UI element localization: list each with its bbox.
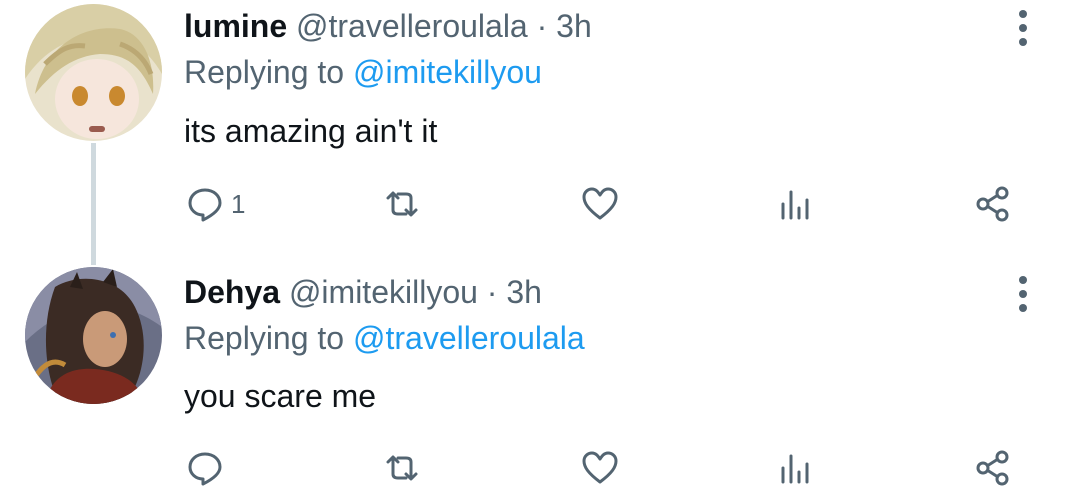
tweet[interactable]: Dehya @imitekillyou · 3h Replying to @tr… bbox=[0, 262, 1079, 498]
replying-to: Replying to @imitekillyou bbox=[184, 52, 542, 92]
reply-icon bbox=[188, 188, 222, 222]
views-button[interactable] bbox=[775, 182, 815, 226]
tweet-header: lumine @travelleroulala · 3h bbox=[184, 6, 592, 46]
like-icon bbox=[582, 451, 618, 484]
reply-count: 1 bbox=[231, 188, 246, 219]
replying-prefix: Replying to bbox=[184, 54, 353, 90]
share-button[interactable] bbox=[973, 182, 1013, 226]
reply-button[interactable]: 1 bbox=[185, 182, 245, 226]
avatar[interactable] bbox=[25, 267, 162, 404]
retweet-button[interactable] bbox=[382, 446, 422, 490]
tweet[interactable]: lumine @travelleroulala · 3h Replying to… bbox=[0, 0, 1079, 265]
replying-prefix: Replying to bbox=[184, 320, 353, 356]
timestamp[interactable]: · 3h bbox=[537, 8, 592, 44]
timestamp[interactable]: · 3h bbox=[487, 274, 542, 310]
views-icon bbox=[781, 190, 809, 220]
action-bar: 1 bbox=[0, 182, 1079, 226]
tweet-text: its amazing ain't it bbox=[184, 113, 438, 149]
replying-to: Replying to @travelleroulala bbox=[184, 318, 585, 358]
more-icon[interactable] bbox=[1008, 8, 1038, 48]
views-button[interactable] bbox=[775, 446, 815, 490]
like-button[interactable] bbox=[580, 182, 620, 226]
avatar[interactable] bbox=[25, 4, 162, 141]
display-name[interactable]: Dehya bbox=[184, 274, 280, 310]
reply-button[interactable] bbox=[185, 446, 231, 490]
tweet-text: you scare me bbox=[184, 378, 377, 414]
share-icon bbox=[976, 186, 1009, 222]
retweet-button[interactable] bbox=[382, 182, 422, 226]
handle[interactable]: @travelleroulala bbox=[296, 8, 528, 44]
retweet-icon bbox=[386, 455, 418, 481]
share-icon bbox=[976, 450, 1009, 486]
mention-link[interactable]: @travelleroulala bbox=[353, 320, 585, 356]
mention-link[interactable]: @imitekillyou bbox=[353, 54, 542, 90]
tweet-header: Dehya @imitekillyou · 3h bbox=[184, 272, 542, 312]
like-button[interactable] bbox=[580, 446, 620, 490]
views-icon bbox=[781, 454, 809, 484]
share-button[interactable] bbox=[973, 446, 1013, 490]
more-icon[interactable] bbox=[1008, 274, 1038, 314]
like-icon bbox=[582, 187, 618, 220]
handle[interactable]: @imitekillyou bbox=[289, 274, 478, 310]
display-name[interactable]: lumine bbox=[184, 8, 287, 44]
retweet-icon bbox=[386, 191, 418, 217]
reply-icon bbox=[188, 452, 222, 486]
action-bar bbox=[0, 446, 1079, 490]
